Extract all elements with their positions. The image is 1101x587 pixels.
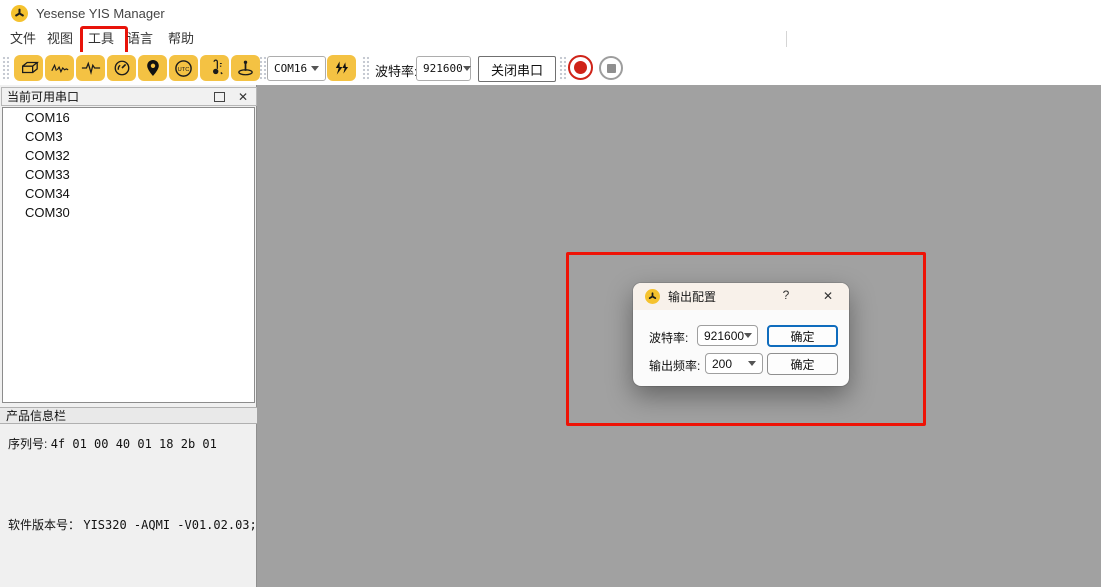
software-version-row: 软件版本号： YIS320 -AQMI -V01.02.03; (8, 516, 257, 533)
window-title: Yesense YIS Manager (36, 6, 165, 21)
serial-ports-panel: 当前可用串口 ✕ COM16 COM3 COM32 COM33 COM34 CO… (0, 85, 257, 587)
dialog-baud-label: 波特率: (649, 329, 688, 346)
dialog-freq-confirm-button[interactable]: 确定 (767, 353, 838, 375)
serial-number-row: 序列号: 4f 01 00 40 01 18 2b 01 (8, 435, 217, 452)
dialog-baud-value: 921600 (698, 329, 744, 343)
refresh-bolts-icon (333, 60, 350, 76)
window-titlebar: Yesense YIS Manager (0, 0, 1101, 26)
dialog-freq-value: 200 (706, 357, 748, 371)
menu-view[interactable]: 视图 (47, 30, 73, 48)
menu-tools-label: 工具 (88, 31, 114, 46)
float-panel-icon[interactable] (214, 92, 225, 102)
software-version-label: 软件版本号： (8, 518, 80, 532)
location-pin-icon (145, 59, 161, 77)
serial-panel-title: 当前可用串口 (2, 88, 214, 105)
probe-icon (236, 59, 255, 77)
port-list-item[interactable]: COM34 (3, 184, 254, 203)
baud-rate-select[interactable]: 921600 (416, 56, 471, 81)
baud-rate-label: 波特率: (375, 61, 418, 80)
port-list-item[interactable]: COM3 (3, 127, 254, 146)
location-button[interactable] (138, 55, 167, 81)
utc-clock-icon: UTC (174, 59, 193, 78)
chevron-down-icon (463, 66, 471, 71)
wave-chart-button[interactable] (45, 55, 74, 81)
utc-time-button[interactable]: UTC (169, 55, 198, 81)
dialog-titlebar[interactable]: 输出配置 ? ✕ (633, 283, 849, 310)
toolbar-grip-handle[interactable] (259, 56, 266, 81)
dialog-baud-confirm-button[interactable]: 确定 (767, 325, 838, 347)
app-logo-icon (11, 5, 28, 22)
record-icon (574, 61, 587, 74)
serial-number-label: 序列号: (8, 437, 47, 451)
stop-icon (607, 64, 616, 73)
port-list: COM16 COM3 COM32 COM33 COM34 COM30 (2, 107, 255, 403)
dialog-title: 输出配置 (668, 288, 716, 305)
menu-tools[interactable]: 工具 (88, 30, 114, 48)
toolbar-grip-handle[interactable] (2, 56, 9, 81)
output-config-dialog: 输出配置 ? ✕ 波特率: 921600 确定 输出频率: 200 确定 (633, 283, 849, 386)
close-panel-icon[interactable]: ✕ (238, 91, 248, 103)
com-port-select[interactable]: COM16 (267, 56, 326, 81)
svg-text:UTC: UTC (178, 66, 190, 72)
dialog-freq-label: 输出频率: (649, 357, 700, 374)
menu-help[interactable]: 帮助 (168, 30, 194, 48)
toolbar: UTC COM16 波特率: 921600 关闭串口 (0, 52, 1101, 86)
gauge-button[interactable] (107, 55, 136, 81)
chevron-down-icon (748, 361, 756, 366)
record-button[interactable] (568, 55, 593, 80)
port-list-item[interactable]: COM33 (3, 165, 254, 184)
pulse-chart-button[interactable] (76, 55, 105, 81)
port-list-item[interactable]: COM32 (3, 146, 254, 165)
port-list-item[interactable]: COM30 (3, 203, 254, 222)
probe-button[interactable] (231, 55, 260, 81)
thermometer-icon (206, 59, 224, 77)
temperature-button[interactable] (200, 55, 229, 81)
serial-panel-header: 当前可用串口 ✕ (1, 87, 257, 106)
com-port-value: COM16 (268, 62, 311, 75)
serial-number-value: 4f 01 00 40 01 18 2b 01 (51, 437, 217, 451)
chevron-down-icon (744, 333, 752, 338)
dialog-baud-select[interactable]: 921600 (697, 325, 758, 346)
dialog-help-button[interactable]: ? (778, 288, 794, 304)
refresh-ports-button[interactable] (327, 55, 356, 81)
baud-rate-value: 921600 (417, 62, 463, 75)
menu-language[interactable]: 语言 (127, 30, 153, 48)
close-serial-button[interactable]: 关闭串口 (478, 56, 556, 82)
port-list-item[interactable]: COM16 (3, 108, 254, 127)
product-info-header: 产品信息栏 (0, 407, 257, 424)
menubar: 文件 视图 工具 语言 帮助 (0, 26, 1101, 53)
pulse-wave-icon (81, 60, 101, 76)
dialog-close-button[interactable]: ✕ (819, 287, 837, 305)
stop-button[interactable] (599, 56, 623, 80)
toolbar-grip-handle[interactable] (559, 56, 566, 81)
chevron-down-icon (311, 66, 319, 71)
cube-icon (19, 60, 39, 76)
dialog-logo-icon (645, 289, 660, 304)
dialog-freq-select[interactable]: 200 (705, 353, 763, 374)
3d-view-button[interactable] (14, 55, 43, 81)
toolbar-grip-handle[interactable] (362, 56, 369, 81)
toolbar-break-divider (786, 31, 787, 47)
delta-wave-icon (50, 60, 70, 76)
gauge-icon (113, 59, 131, 77)
menu-file[interactable]: 文件 (10, 30, 36, 48)
software-version-value: YIS320 -AQMI -V01.02.03; (83, 518, 256, 532)
